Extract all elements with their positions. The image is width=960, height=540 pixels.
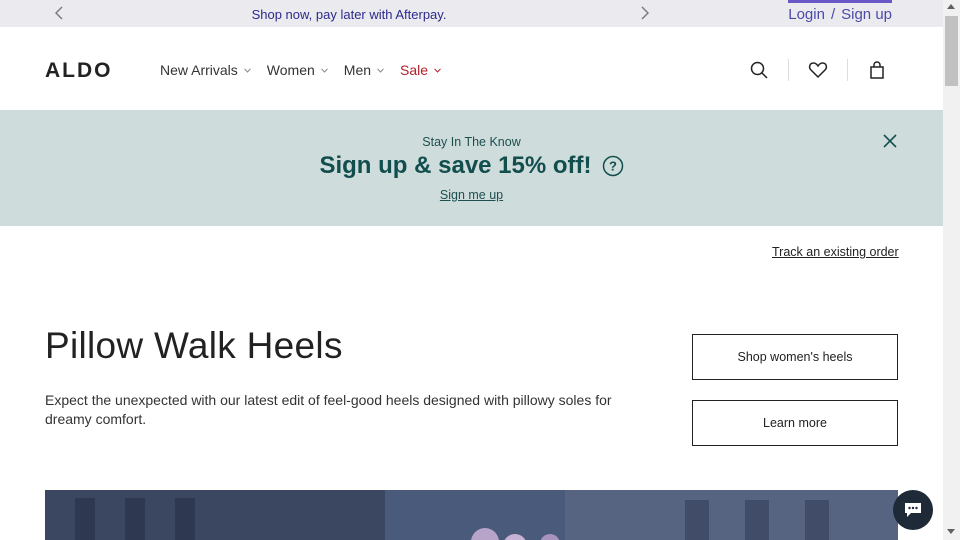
- page-title: Pillow Walk Heels: [45, 325, 343, 366]
- nav-label: Women: [266, 62, 315, 78]
- search-icon[interactable]: [746, 57, 772, 83]
- nav-men[interactable]: Men: [344, 62, 384, 78]
- sign-me-up-link[interactable]: Sign me up: [440, 188, 503, 202]
- chevron-right-icon[interactable]: [636, 5, 652, 21]
- nav-label: New Arrivals: [160, 62, 238, 78]
- chevron-down-icon: [377, 67, 384, 73]
- svg-text:?: ?: [609, 159, 617, 174]
- banner-headline: Sign up & save 15% off! ?: [0, 152, 943, 180]
- close-icon[interactable]: [882, 133, 898, 149]
- nav-women[interactable]: Women: [267, 62, 328, 78]
- header-icons: [746, 57, 890, 83]
- scroll-down-arrow[interactable]: [947, 529, 955, 534]
- learn-more-button[interactable]: Learn more: [692, 400, 898, 446]
- aldo-logo[interactable]: ALDO: [45, 59, 131, 82]
- hero-image: [45, 490, 898, 540]
- bag-icon[interactable]: [864, 57, 890, 83]
- scroll-up-arrow[interactable]: [947, 4, 955, 9]
- shop-womens-heels-button[interactable]: Shop women's heels: [692, 334, 898, 380]
- track-order-link[interactable]: Track an existing order: [772, 245, 899, 259]
- nav-label: Men: [343, 62, 372, 78]
- banner-eyebrow: Stay In The Know: [422, 135, 521, 149]
- promo-message[interactable]: Shop now, pay later with Afterpay.: [0, 7, 698, 22]
- chevron-down-icon: [243, 67, 251, 73]
- help-icon[interactable]: ?: [602, 155, 624, 177]
- nav-sale[interactable]: Sale: [400, 62, 441, 78]
- chat-button[interactable]: [893, 490, 933, 530]
- main-nav: New Arrivals Women Men Sale: [160, 62, 457, 78]
- page-description: Expect the unexpected with our latest ed…: [45, 392, 612, 427]
- login-link[interactable]: Login: [788, 6, 825, 23]
- heart-icon[interactable]: [805, 57, 831, 83]
- auth-links: Login / Sign up: [788, 0, 892, 27]
- signup-banner: Stay In The Know Sign up & save 15% off!…: [0, 110, 943, 226]
- svg-text:ALDO: ALDO: [45, 60, 113, 80]
- chat-icon: [905, 503, 921, 517]
- chevron-down-icon: [434, 67, 441, 73]
- scroll-thumb[interactable]: [945, 16, 958, 86]
- chevron-down-icon: [320, 67, 328, 73]
- sign-me-up-link-wrap: Sign me up: [0, 188, 943, 202]
- icon-divider: [788, 59, 789, 81]
- promo-bar: Shop now, pay later with Afterpay. Login…: [0, 0, 943, 27]
- icon-divider: [847, 59, 848, 81]
- signup-link[interactable]: Sign up: [841, 6, 892, 23]
- site-header: ALDO New Arrivals Women Men Sale: [0, 27, 943, 110]
- banner-headline-text: Sign up & save 15% off!: [319, 152, 592, 179]
- nav-label: Sale: [400, 62, 429, 78]
- scrollbar[interactable]: [943, 0, 960, 540]
- nav-new-arrivals[interactable]: New Arrivals: [160, 62, 251, 78]
- auth-separator: /: [830, 6, 836, 23]
